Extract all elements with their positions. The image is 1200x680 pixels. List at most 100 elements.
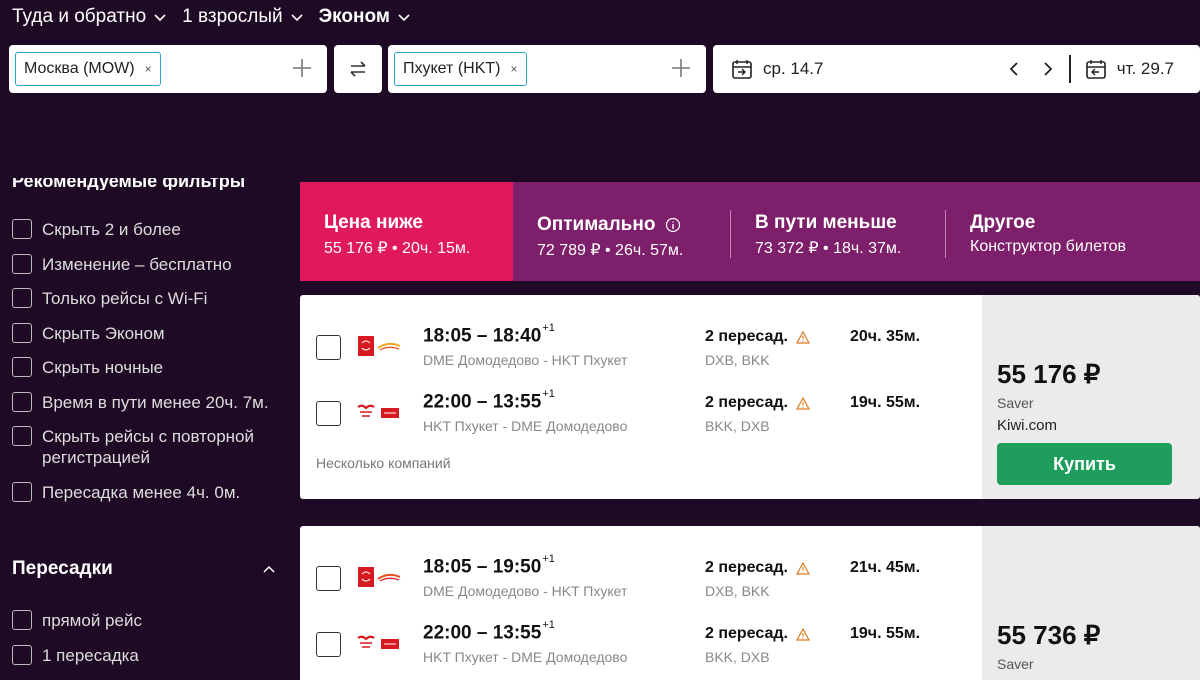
return-leg: 22:00 – 13:55+1 HKT Пхукет - DME Домодед… (300, 592, 982, 665)
select-leg-checkbox[interactable] (316, 335, 341, 360)
chevron-up-icon[interactable] (262, 562, 276, 576)
tab-title: Другое (970, 212, 1036, 233)
filter-direct[interactable]: прямой рейс (12, 610, 282, 631)
return-calendar-icon (1085, 60, 1106, 79)
origin-field[interactable]: Москва (MOW) × (9, 45, 327, 93)
prev-date-icon[interactable] (1007, 61, 1021, 77)
leg-stops-text: 2 пересад. (705, 559, 788, 576)
origin-chip: Москва (MOW) × (15, 52, 161, 86)
filter-label: Только рейсы с Wi-Fi (42, 289, 208, 308)
price-panel: 55 176 ₽ Saver Kiwi.com Купить (982, 295, 1200, 499)
tab-title: Оптимально (537, 214, 656, 235)
cabin-dropdown[interactable]: Эконом (319, 6, 410, 28)
tab-fastest[interactable]: В пути меньше 73 372 ₽ • 18ч. 37м. (731, 182, 946, 281)
add-destination-icon[interactable] (670, 57, 692, 79)
leg-route: HKT Пхукет - DME Домодедово (423, 418, 628, 434)
result-itinerary: 18:05 – 19:50+1 DME Домодедово - HKT Пху… (300, 526, 982, 680)
leg-route: HKT Пхукет - DME Домодедово (423, 649, 628, 665)
buy-button[interactable]: Купить (997, 443, 1172, 485)
checkbox[interactable] (12, 645, 32, 665)
filter-free-change[interactable]: Изменение – бесплатно (12, 254, 282, 275)
vietjet-logo-icon (357, 404, 399, 418)
filter-1-stop[interactable]: 1 пересадка (12, 645, 282, 666)
checkbox[interactable] (12, 482, 32, 502)
price: 55 736 ₽ (997, 620, 1101, 650)
leg-times-text: 18:05 – 19:50 (423, 556, 542, 578)
select-leg-checkbox[interactable] (316, 566, 341, 591)
tab-cheapest[interactable]: Цена ниже 55 176 ₽ • 20ч. 15м. (300, 182, 513, 281)
return-leg: 22:00 – 13:55+1 HKT Пхукет - DME Домодед… (300, 361, 982, 434)
filter-label: прямой рейс (42, 611, 142, 630)
warning-icon[interactable] (795, 627, 810, 641)
checkbox[interactable] (12, 610, 32, 630)
result-card[interactable]: 18:05 – 18:40+1 DME Домодедово - HKT Пху… (300, 295, 1200, 499)
leg-duration: 19ч. 55м. (850, 394, 921, 411)
leg-stops: 2 пересад. (705, 559, 810, 577)
warning-icon[interactable] (795, 330, 810, 344)
filter-short-layover[interactable]: Пересадка менее 4ч. 0м. (12, 482, 282, 503)
checkbox[interactable] (12, 254, 32, 274)
filter-label: Скрыть ночные (42, 358, 164, 377)
origin-chip-label: Москва (MOW) (24, 60, 135, 77)
outbound-leg: 18:05 – 19:50+1 DME Домодедово - HKT Пху… (300, 526, 982, 599)
next-day-mark: +1 (542, 388, 555, 400)
return-date[interactable]: чт. 29.7 (1085, 58, 1174, 80)
trip-type-dropdown[interactable]: Туда и обратно (12, 6, 166, 28)
add-origin-icon[interactable] (291, 57, 313, 79)
emirates-logo-icon (358, 336, 401, 356)
depart-date[interactable]: ср. 14.7 (731, 58, 824, 80)
checkbox[interactable] (12, 392, 32, 412)
stops-section-title[interactable]: Пересадки (12, 558, 113, 580)
select-leg-checkbox[interactable] (316, 632, 341, 657)
tab-title-row: Оптимально (537, 214, 731, 236)
swap-button[interactable] (334, 45, 382, 93)
checkbox[interactable] (12, 219, 32, 239)
filter-label: Время в пути менее 20ч. 7м. (42, 393, 269, 412)
checkbox[interactable] (12, 288, 32, 308)
swap-icon (350, 61, 366, 77)
tab-subtitle: 73 372 ₽ • 18ч. 37м. (755, 240, 902, 257)
warning-icon[interactable] (795, 561, 810, 575)
checkbox[interactable] (12, 323, 32, 343)
date-divider (1068, 55, 1071, 83)
info-icon[interactable] (665, 217, 681, 233)
result-itinerary: 18:05 – 18:40+1 DME Домодедово - HKT Пху… (300, 295, 982, 499)
outbound-leg: 18:05 – 18:40+1 DME Домодедово - HKT Пху… (300, 295, 982, 368)
filter-hide-economy[interactable]: Скрыть Эконом (12, 323, 282, 344)
filter-wifi[interactable]: Только рейсы с Wi-Fi (12, 288, 282, 309)
leg-times: 18:05 – 19:50+1 (423, 553, 555, 578)
sort-tabs: Цена ниже 55 176 ₽ • 20ч. 15м. Оптимальн… (300, 182, 1200, 281)
checkbox[interactable] (12, 426, 32, 446)
select-leg-checkbox[interactable] (316, 401, 341, 426)
filter-duration[interactable]: Время в пути менее 20ч. 7м. (12, 392, 282, 413)
leg-times: 18:05 – 18:40+1 (423, 322, 555, 347)
filter-label: Скрыть 2 и более (42, 220, 181, 239)
cabin-label: Эконом (318, 6, 390, 27)
remove-origin-icon[interactable]: × (145, 62, 152, 76)
next-day-mark: +1 (542, 619, 555, 631)
filter-hide-night[interactable]: Скрыть ночные (12, 357, 282, 378)
price-panel: 55 736 ₽ Saver (982, 526, 1200, 680)
next-date-icon[interactable] (1041, 61, 1055, 77)
trip-options: Туда и обратно 1 взрослый Эконом (12, 6, 410, 28)
remove-destination-icon[interactable]: × (510, 62, 517, 76)
filter-hide-2plus[interactable]: Скрыть 2 и более (12, 219, 282, 240)
leg-times: 22:00 – 13:55+1 (423, 388, 555, 413)
booking-agent: Kiwi.com (997, 417, 1058, 434)
filter-label: Пересадка менее 4ч. 0м. (42, 483, 241, 502)
next-day-mark: +1 (542, 553, 555, 565)
tab-subtitle: 72 789 ₽ • 26ч. 57м. (537, 242, 684, 259)
tab-optimal[interactable]: Оптимально 72 789 ₽ • 26ч. 57м. (513, 182, 731, 281)
destination-field[interactable]: Пхукет (HKT) × (388, 45, 706, 93)
warning-icon[interactable] (795, 396, 810, 410)
leg-stops-text: 2 пересад. (705, 625, 788, 642)
filter-recheck[interactable]: Скрыть рейсы с повторной регистрацией (12, 426, 282, 468)
passengers-dropdown[interactable]: 1 взрослый (182, 6, 303, 28)
checkbox[interactable] (12, 357, 32, 377)
leg-stops-text: 2 пересад. (705, 394, 788, 411)
tab-other[interactable]: Другое Конструктор билетов (946, 182, 1200, 281)
return-date-label: чт. 29.7 (1116, 59, 1174, 78)
result-card[interactable]: 18:05 – 19:50+1 DME Домодедово - HKT Пху… (300, 526, 1200, 680)
carriers-note: Несколько компаний (316, 455, 451, 471)
leg-stops-text: 2 пересад. (705, 328, 788, 345)
